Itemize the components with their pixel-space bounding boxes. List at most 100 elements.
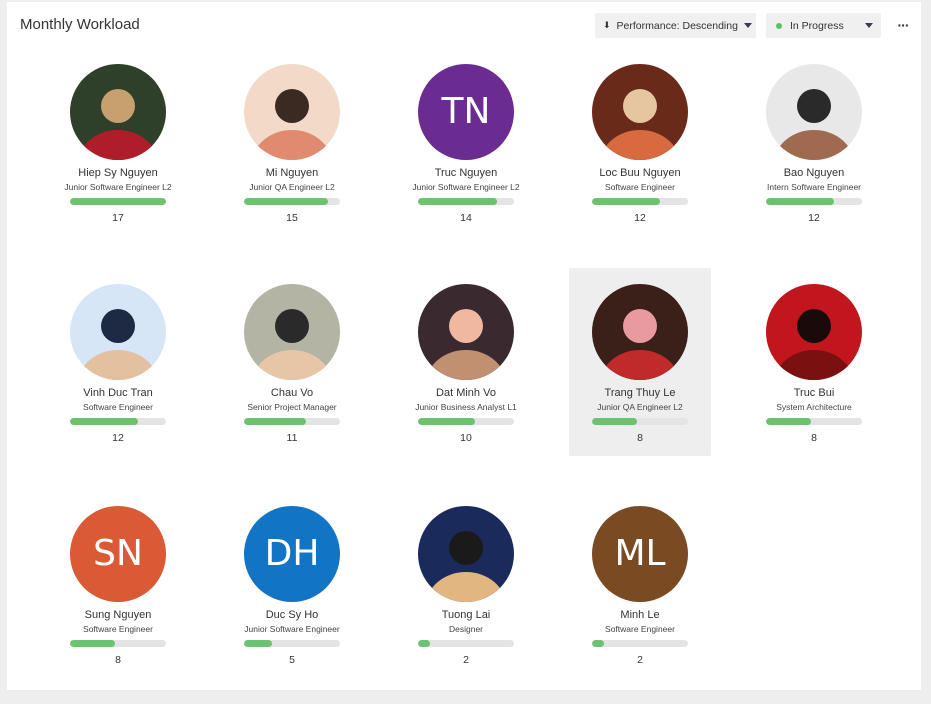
workload-progress-fill <box>70 640 116 647</box>
chevron-down-icon <box>865 23 873 28</box>
person-card[interactable]: Bao Nguyen Intern Software Engineer 12 <box>743 48 885 236</box>
person-role: Junior QA Engineer L2 <box>249 182 335 192</box>
person-role: Software Engineer <box>83 624 153 634</box>
avatar <box>592 284 688 380</box>
workload-progress-fill <box>244 418 307 425</box>
workload-progress-bar <box>766 198 862 205</box>
sort-dropdown-label: Performance: Descending <box>616 19 738 32</box>
avatar-initials: DH <box>264 533 320 574</box>
workload-progress-bar <box>418 418 514 425</box>
person-role: Software Engineer <box>83 402 153 412</box>
avatar-photo <box>766 284 862 380</box>
person-name: Mi Nguyen <box>265 167 319 179</box>
avatar <box>70 284 166 380</box>
more-horizontal-icon[interactable]: ··· <box>894 15 912 35</box>
avatar <box>70 64 166 160</box>
workload-progress-fill <box>70 198 166 205</box>
workload-progress-fill <box>592 640 604 647</box>
avatar <box>766 64 862 160</box>
workload-progress-fill <box>592 418 638 425</box>
workload-progress-bar <box>244 640 340 647</box>
person-card[interactable]: Trang Thuy Le Junior QA Engineer L2 8 <box>569 268 711 456</box>
workload-progress-bar <box>592 418 688 425</box>
task-count: 8 <box>637 432 643 444</box>
person-card[interactable]: Hiep Sy Nguyen Junior Software Engineer L… <box>47 48 189 236</box>
person-role: System Architecture <box>776 402 852 412</box>
person-name: Bao Nguyen <box>783 167 845 179</box>
status-filter-dropdown[interactable]: In Progress <box>766 13 881 38</box>
person-card[interactable]: ML Minh Le Software Engineer 2 <box>569 490 711 678</box>
avatar-photo <box>418 284 514 380</box>
person-name: Tuong Lai <box>441 609 491 621</box>
person-card[interactable]: Mi Nguyen Junior QA Engineer L2 15 <box>221 48 363 236</box>
workload-progress-bar <box>244 198 340 205</box>
avatar-initials: TN <box>441 91 491 132</box>
workload-progress-bar <box>766 418 862 425</box>
task-count: 8 <box>115 654 121 666</box>
workload-progress-fill <box>418 198 497 205</box>
person-card[interactable]: Truc Bui System Architecture 8 <box>743 268 885 456</box>
person-name: Truc Nguyen <box>434 167 498 179</box>
workload-progress-fill <box>766 198 835 205</box>
avatar-photo <box>244 64 340 160</box>
avatar-photo <box>766 64 862 160</box>
avatar: DH <box>244 506 340 602</box>
person-card[interactable]: Chau Vo Senior Project Manager 11 <box>221 268 363 456</box>
workload-progress-fill <box>592 198 661 205</box>
person-role: Junior QA Engineer L2 <box>597 402 683 412</box>
avatar <box>592 64 688 160</box>
workload-progress-bar <box>70 640 166 647</box>
workload-progress-bar <box>592 198 688 205</box>
workload-progress-fill <box>244 640 272 647</box>
workload-progress-bar <box>244 418 340 425</box>
task-count: 2 <box>463 654 469 666</box>
task-count: 2 <box>637 654 643 666</box>
avatar <box>244 64 340 160</box>
person-name: Sung Nguyen <box>84 609 152 621</box>
avatar: SN <box>70 506 166 602</box>
avatar-photo <box>70 64 166 160</box>
person-role: Junior Software Engineer L2 <box>412 182 520 192</box>
person-name: Vinh Duc Tran <box>83 387 153 399</box>
person-name: Minh Le <box>620 609 660 621</box>
workload-progress-fill <box>418 418 475 425</box>
avatar-photo <box>244 284 340 380</box>
person-role: Designer <box>448 624 484 634</box>
task-count: 12 <box>808 212 820 224</box>
person-name: Dat Minh Vo <box>436 387 496 399</box>
person-name: Hiep Sy Nguyen <box>78 167 158 179</box>
workload-progress-fill <box>70 418 139 425</box>
person-name: Chau Vo <box>270 387 314 399</box>
avatar-photo <box>592 64 688 160</box>
person-card[interactable]: DH Duc Sy Ho Junior Software Engineer 5 <box>221 490 363 678</box>
workload-progress-fill <box>244 198 329 205</box>
avatar <box>244 284 340 380</box>
workload-progress-bar <box>418 640 514 647</box>
person-name: Truc Bui <box>793 387 835 399</box>
sort-dropdown[interactable]: ⬇ Performance: Descending <box>595 13 756 38</box>
task-count: 11 <box>286 432 298 444</box>
avatar: ML <box>592 506 688 602</box>
person-name: Loc Buu Nguyen <box>599 167 681 179</box>
person-card[interactable]: TN Truc Nguyen Junior Software Engineer L2… <box>395 48 537 236</box>
person-card[interactable]: Loc Buu Nguyen Software Engineer 12 <box>569 48 711 236</box>
person-name: Trang Thuy Le <box>604 387 676 399</box>
avatar-initials: SN <box>93 533 143 574</box>
monthly-workload-widget: Monthly Workload ⬇ Performance: Descendi… <box>7 2 921 690</box>
person-card[interactable]: Tuong Lai Designer 2 <box>395 490 537 678</box>
person-role: Intern Software Engineer <box>766 182 862 192</box>
person-card[interactable]: Vinh Duc Tran Software Engineer 12 <box>47 268 189 456</box>
person-card[interactable]: Dat Minh Vo Junior Business Analyst L1 10 <box>395 268 537 456</box>
chevron-down-icon <box>743 23 752 28</box>
person-card[interactable]: SN Sung Nguyen Software Engineer 8 <box>47 490 189 678</box>
workload-progress-bar <box>418 198 514 205</box>
person-name: Duc Sy Ho <box>265 609 319 621</box>
workload-progress-bar <box>70 418 166 425</box>
person-role: Senior Project Manager <box>247 402 337 412</box>
person-role: Junior Software Engineer L2 <box>64 182 172 192</box>
workload-progress-bar <box>592 640 688 647</box>
avatar-photo <box>70 284 166 380</box>
task-count: 17 <box>112 212 124 224</box>
status-dot-icon <box>776 22 782 29</box>
avatar <box>418 284 514 380</box>
